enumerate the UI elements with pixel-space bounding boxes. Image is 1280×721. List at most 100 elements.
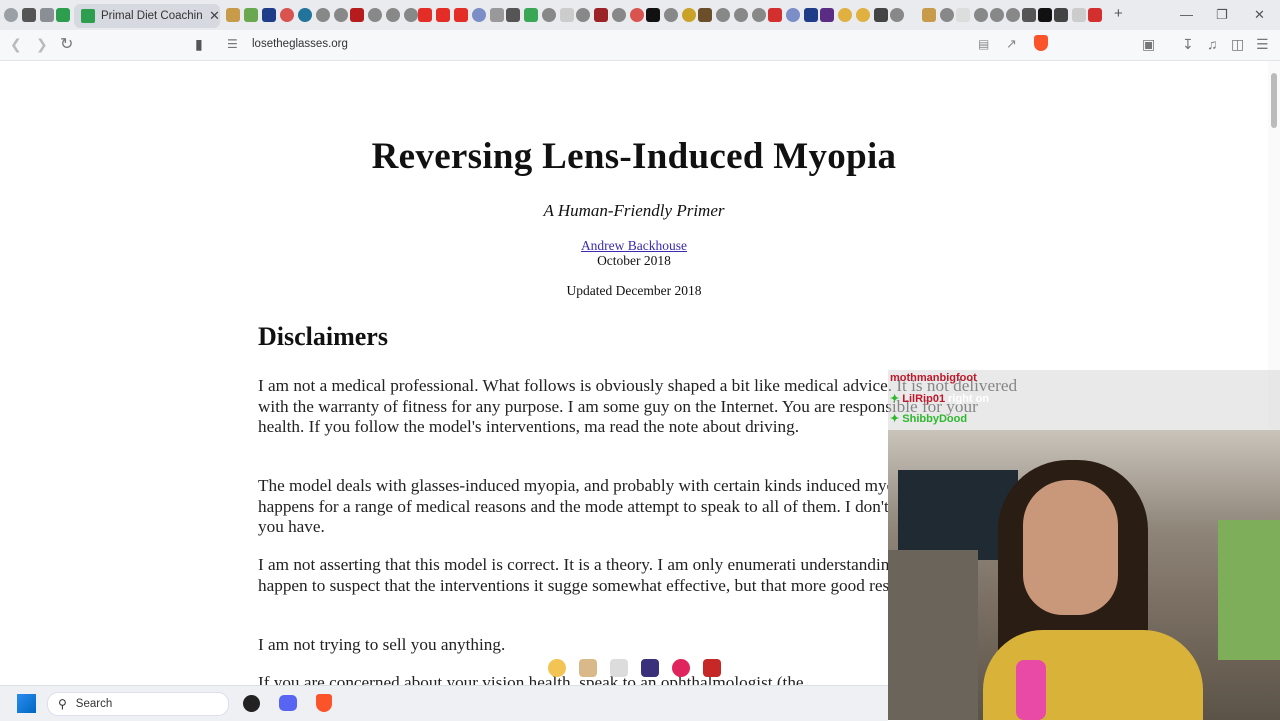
tab-favicon-icon[interactable]	[874, 8, 888, 22]
tab-favicon-icon[interactable]	[56, 8, 70, 22]
tab-favicon-icon[interactable]	[768, 8, 782, 22]
tab-favicon-icon[interactable]	[386, 8, 400, 22]
microphone	[1016, 660, 1046, 720]
wikipedia-tab-icon[interactable]	[22, 8, 36, 22]
wikipedia-tab-icon[interactable]	[1022, 8, 1036, 22]
tab-favicon-icon[interactable]	[524, 8, 538, 22]
bookmark-icon[interactable]: ▮	[195, 36, 203, 53]
dice-emote-icon	[610, 659, 628, 677]
tab-favicon-icon[interactable]	[804, 8, 818, 22]
back-icon[interactable]: ❮	[10, 36, 22, 53]
tab-favicon-icon[interactable]	[1088, 8, 1102, 22]
scrollbar-thumb[interactable]	[1271, 73, 1277, 128]
badge-icon: ✦	[890, 393, 900, 405]
tab-favicon-icon[interactable]	[734, 8, 748, 22]
taskbar-search[interactable]: ⚲ Search	[47, 692, 229, 716]
tab-favicon-icon[interactable]	[560, 8, 574, 22]
tab-favicon-icon[interactable]	[856, 8, 870, 22]
tab-favicon-icon[interactable]	[244, 8, 258, 22]
tab-favicon-icon[interactable]	[716, 8, 730, 22]
restore-icon[interactable]: ❐	[1216, 7, 1228, 23]
tab-favicon-icon[interactable]	[368, 8, 382, 22]
tab-favicon-icon[interactable]	[698, 8, 712, 22]
tab-favicon-icon[interactable]	[262, 8, 276, 22]
menu-icon[interactable]: ☰	[1256, 36, 1269, 53]
forward-icon[interactable]: ❯	[36, 36, 48, 53]
author-link[interactable]: Andrew Backhouse	[0, 238, 1268, 254]
emote-icon	[548, 659, 566, 677]
chat-overlay: mothmanbigfoot ✦ LilRip01 right on ✦ Shi…	[888, 370, 1280, 430]
tab-favicon-icon[interactable]	[576, 8, 590, 22]
tab-favicon-icon[interactable]	[646, 8, 660, 22]
tab-search-icon[interactable]: ▣	[1142, 36, 1155, 53]
reader-mode-icon[interactable]: ▤	[978, 37, 989, 51]
tab-favicon-icon[interactable]	[786, 8, 800, 22]
tab-favicon-icon[interactable]	[226, 8, 240, 22]
tab-favicon-icon[interactable]	[40, 8, 54, 22]
emote-bar	[548, 659, 721, 677]
reload-icon[interactable]: ↻	[60, 34, 73, 54]
youtube-tab-icon[interactable]	[436, 8, 450, 22]
tab-favicon-icon[interactable]	[890, 8, 904, 22]
tab-favicon-icon[interactable]	[1054, 8, 1068, 22]
address-bar[interactable]: ☰ losetheglasses.org ▤ ↗	[218, 33, 1060, 57]
tab-favicon-icon[interactable]	[940, 8, 954, 22]
tab-favicon-icon[interactable]	[594, 8, 608, 22]
tab-favicon-icon[interactable]	[1038, 8, 1052, 22]
updated-date: Updated December 2018	[566, 283, 702, 298]
emote-icon	[641, 659, 659, 677]
tab-favicon-icon[interactable]	[838, 8, 852, 22]
chat-message: ✦ LilRip01 right on	[890, 392, 989, 405]
tab-favicon-icon[interactable]	[956, 8, 970, 22]
obs-taskbar-icon[interactable]	[243, 695, 260, 712]
tab-favicon-icon[interactable]	[612, 8, 626, 22]
tab-favicon-icon[interactable]	[316, 8, 330, 22]
search-placeholder: Search	[75, 698, 113, 710]
tab-favicon-icon[interactable]	[682, 8, 696, 22]
minimize-icon[interactable]: —	[1180, 7, 1193, 22]
tab-favicon-icon[interactable]	[990, 8, 1004, 22]
new-tab-button[interactable]: +	[1114, 5, 1123, 22]
url-text[interactable]: losetheglasses.org	[252, 38, 348, 50]
tab-favicon-icon[interactable]	[922, 8, 936, 22]
tab-favicon-icon[interactable]	[404, 8, 418, 22]
tab-favicon-icon[interactable]	[350, 8, 364, 22]
tab-favicon-icon[interactable]	[4, 8, 18, 22]
close-tab-icon[interactable]: ✕	[209, 8, 220, 24]
tab-favicon-icon[interactable]	[974, 8, 988, 22]
tab-favicon-icon[interactable]	[820, 8, 834, 22]
brave-shields-icon[interactable]	[1034, 35, 1048, 51]
share-icon[interactable]: ↗	[1006, 36, 1017, 52]
windows-start-icon[interactable]	[17, 694, 36, 713]
chat-username: ShibbyDood	[902, 413, 968, 425]
chat-username: LilRip01	[902, 393, 946, 405]
youtube-tab-icon[interactable]	[454, 8, 468, 22]
tab-favicon-icon[interactable]	[472, 8, 486, 22]
media-icon[interactable]: ♫	[1207, 36, 1218, 52]
brave-taskbar-icon[interactable]	[316, 694, 332, 712]
tab-favicon-icon[interactable]	[752, 8, 766, 22]
emote-icon	[703, 659, 721, 677]
tab-favicon-icon[interactable]	[1072, 8, 1086, 22]
tab-favicon-icon[interactable]	[542, 8, 556, 22]
badge-icon: ✦	[890, 413, 900, 425]
person-face	[1023, 480, 1118, 615]
taskbar: ⚲ Search	[0, 685, 888, 721]
heart-emote-icon	[672, 659, 690, 677]
tab-favicon-icon[interactable]	[664, 8, 678, 22]
tab-favicon-icon[interactable]	[1006, 8, 1020, 22]
active-tab[interactable]: Primal Diet Coaching ✕	[74, 4, 220, 28]
download-icon[interactable]: ↧	[1182, 36, 1194, 53]
youtube-tab-icon[interactable]	[418, 8, 432, 22]
discord-taskbar-icon[interactable]	[279, 695, 297, 711]
browser-toolbar: ❮ ❯ ↻ ▮ ☰ losetheglasses.org ▤ ↗ ▣ ↧ ♫ ◫…	[0, 30, 1280, 61]
site-info-icon[interactable]: ☰	[227, 37, 238, 51]
wikipedia-tab-icon[interactable]	[506, 8, 520, 22]
tab-favicon-icon[interactable]	[490, 8, 504, 22]
tab-favicon-icon[interactable]	[334, 8, 348, 22]
tab-favicon-icon[interactable]	[630, 8, 644, 22]
sidebar-icon[interactable]: ◫	[1231, 36, 1244, 53]
tab-favicon-icon[interactable]	[280, 8, 294, 22]
close-window-icon[interactable]: ✕	[1254, 7, 1265, 23]
wordpress-tab-icon[interactable]	[298, 8, 312, 22]
